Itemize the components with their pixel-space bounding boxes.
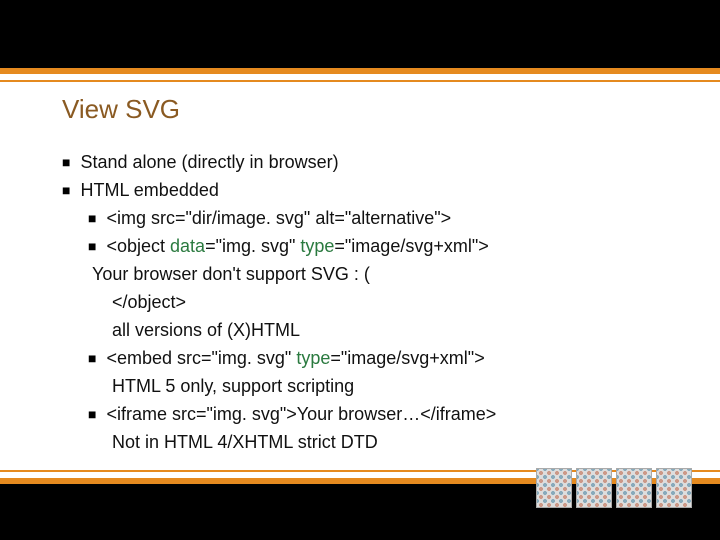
code-line: <iframe src="img. svg">Your browser…</if… [106, 400, 496, 428]
bullet-standalone: ■ Stand alone (directly in browser) [62, 148, 662, 176]
bullet-icon: ■ [88, 204, 96, 232]
bullet-icon: ■ [88, 400, 96, 428]
thumbnail-icon [536, 468, 572, 508]
slide-heading: View SVG [62, 94, 180, 125]
sub-bullet-img: ■ <img src="dir/image. svg" alt="alternat… [88, 204, 662, 232]
bullet-icon: ■ [62, 176, 70, 204]
object-inner-text: Your browser don't support SVG : ( [92, 260, 662, 288]
thumbnail-icon [656, 468, 692, 508]
bullet-text: Stand alone (directly in browser) [80, 148, 338, 176]
thumbnail-icon [616, 468, 652, 508]
slide-body: ■Stand alone (directly in browser) ■HTML… [62, 148, 662, 456]
bullet-icon: ■ [88, 344, 96, 372]
embed-note: HTML 5 only, support scripting [112, 372, 662, 400]
object-note: all versions of (X)HTML [112, 316, 662, 344]
top-accent [0, 68, 720, 74]
bullet-html-embedded: ■ HTML embedded [62, 176, 662, 204]
top-bar [0, 0, 720, 68]
bullet-text: HTML embedded [80, 176, 218, 204]
code-line: <img src="dir/image. svg" alt="alternati… [106, 204, 451, 232]
object-close: </object> [112, 288, 662, 316]
sub-bullet-iframe: ■ <iframe src="img. svg">Your browser…</i… [88, 400, 662, 428]
footer-thumbnails [536, 468, 692, 508]
bullet-icon: ■ [62, 148, 70, 176]
iframe-note: Not in HTML 4/XHTML strict DTD [112, 428, 662, 456]
thumbnail-icon [576, 468, 612, 508]
bullet-icon: ■ [88, 232, 96, 260]
code-line: <object data="img. svg" type="image/svg+… [106, 232, 488, 260]
sub-bullet-embed: ■ <embed src="img. svg" type="image/svg+x… [88, 344, 662, 372]
top-thin-line [0, 80, 720, 82]
sub-bullet-object: ■ <object data="img. svg" type="image/svg… [88, 232, 662, 260]
code-line: <embed src="img. svg" type="image/svg+xm… [106, 344, 484, 372]
